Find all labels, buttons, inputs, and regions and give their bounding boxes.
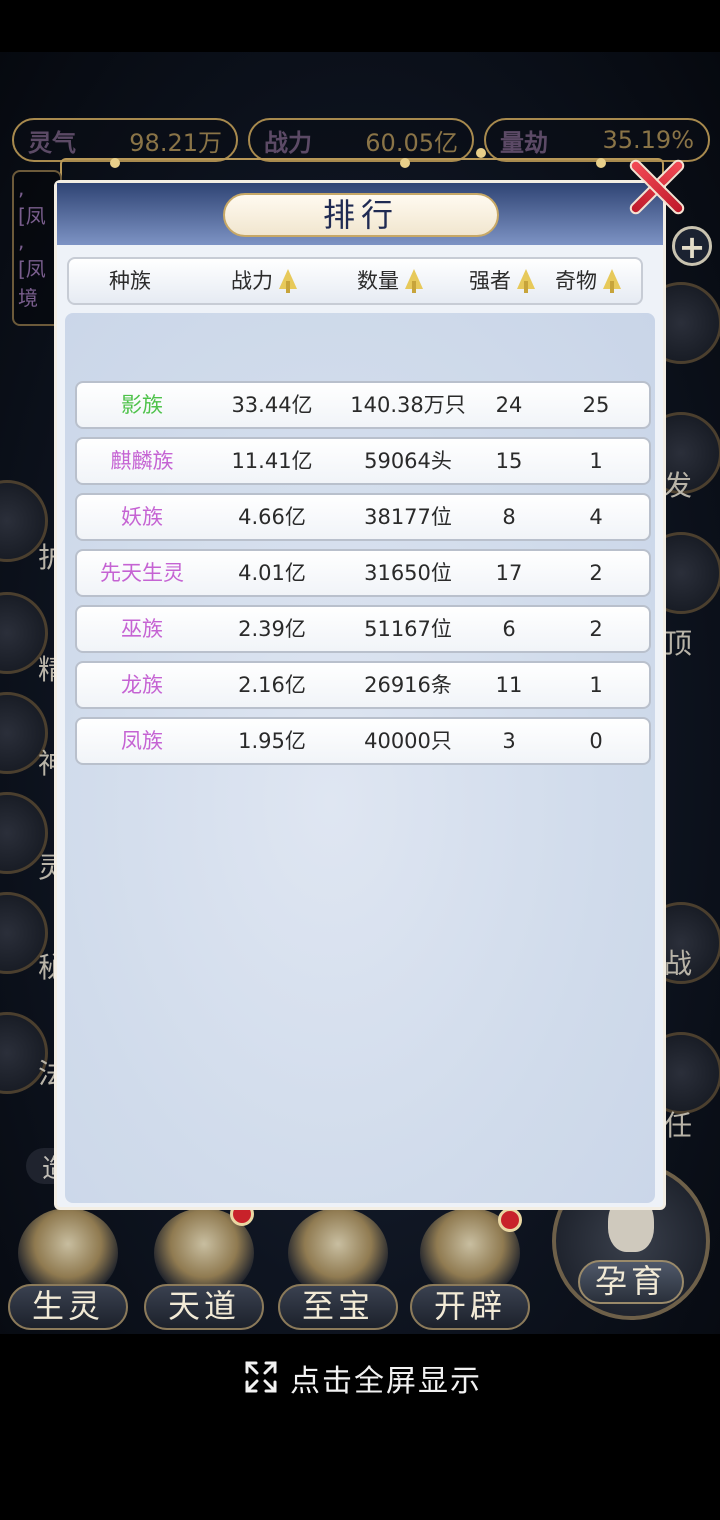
nav-zhibao-button[interactable]: 至宝 [278, 1200, 398, 1330]
race-treasure: 2 [589, 561, 603, 585]
race-strong: 17 [495, 561, 523, 585]
fullscreen-bar[interactable]: 点击全屏显示 [0, 1334, 720, 1424]
stat-zhanli: 战力 60.05亿 [248, 118, 474, 162]
notification-badge [498, 1208, 522, 1232]
game-background: 灵气 98.21万 战力 60.05亿 量劫 35.19% , [凤 , [凤 … [0, 52, 720, 1334]
race-treasure: 25 [582, 393, 610, 417]
race-treasure: 1 [589, 449, 603, 473]
race-count: 31650位 [364, 561, 452, 585]
fullscreen-expand-icon[interactable] [244, 1360, 278, 1394]
col-header-treasure[interactable]: 奇物 [555, 259, 597, 303]
table-row[interactable]: 凤族 1.95亿 40000只 3 0 [75, 717, 651, 765]
race-treasure: 2 [589, 617, 603, 641]
race-strong: 8 [502, 505, 516, 529]
table-row[interactable]: 妖族 4.66亿 38177位 8 4 [75, 493, 651, 541]
gold-ornament-dot [476, 148, 486, 158]
stat-zhanli-value: 60.05亿 [365, 128, 458, 157]
stat-liangjie-label: 量劫 [500, 128, 548, 157]
race-name: 影族 [121, 393, 163, 417]
race-power: 11.41亿 [231, 449, 313, 473]
race-strong: 15 [495, 449, 523, 473]
table-row[interactable]: 麒麟族 11.41亿 59064头 15 1 [75, 437, 651, 485]
stat-zhanli-label: 战力 [264, 128, 312, 157]
yunyu-label: 孕育 [578, 1260, 684, 1304]
gold-ornament-dot [596, 158, 606, 168]
sort-arrow-icon[interactable] [517, 269, 535, 295]
sort-arrow-icon[interactable] [279, 269, 297, 295]
table-row[interactable]: 影族 33.44亿 140.38万只 24 25 [75, 381, 651, 429]
sort-arrow-icon[interactable] [405, 269, 423, 295]
side-label-right-3: 战 [664, 947, 693, 980]
race-strong: 11 [495, 673, 523, 697]
left-info-text: , [凤 , [凤 境 [18, 176, 46, 310]
table-header: 种族 战力 数量 强者 奇物 [67, 257, 643, 305]
table-row[interactable]: 先天生灵 4.01亿 31650位 17 2 [75, 549, 651, 597]
table-row[interactable]: 巫族 2.39亿 51167位 6 2 [75, 605, 651, 653]
race-power: 2.39亿 [238, 617, 306, 641]
nav-shengling-button[interactable]: 生灵 [8, 1200, 128, 1330]
nav-tiandao-button[interactable]: 天道 [144, 1200, 264, 1330]
nav-kaipi-label: 开辟 [410, 1284, 530, 1330]
race-power: 1.95亿 [238, 729, 306, 753]
race-power: 33.44亿 [231, 393, 313, 417]
nav-kaipi-button[interactable]: 开辟 [410, 1200, 530, 1330]
col-header-strong[interactable]: 强者 [469, 259, 511, 303]
side-label-right-4: 任 [664, 1109, 693, 1142]
race-treasure: 4 [589, 505, 603, 529]
ranking-modal: 排行 种族 战力 数量 强者 奇物 影族 33.44亿 140.38万只 24 … [54, 157, 687, 1210]
race-name: 麒麟族 [110, 449, 174, 473]
sort-arrow-icon[interactable] [603, 269, 621, 295]
race-strong: 24 [495, 393, 523, 417]
nav-shengling-label: 生灵 [8, 1284, 128, 1330]
race-count: 38177位 [364, 505, 452, 529]
race-count: 51167位 [364, 617, 452, 641]
ranking-list[interactable]: 影族 33.44亿 140.38万只 24 25 麒麟族 11.41亿 5906… [65, 313, 655, 1203]
stat-lingqi-value: 98.21万 [129, 128, 222, 157]
fullscreen-label[interactable]: 点击全屏显示 [290, 1356, 482, 1400]
table-row[interactable]: 龙族 2.16亿 26916条 11 1 [75, 661, 651, 709]
race-strong: 3 [502, 729, 516, 753]
race-name: 凤族 [121, 729, 163, 753]
race-treasure: 0 [589, 729, 603, 753]
race-name: 巫族 [121, 617, 163, 641]
stat-lingqi: 灵气 98.21万 [12, 118, 238, 162]
modal-header: 排行 [57, 183, 663, 245]
race-strong: 6 [502, 617, 516, 641]
race-count: 140.38万只 [350, 393, 466, 417]
race-power: 4.66亿 [238, 505, 306, 529]
race-power: 2.16亿 [238, 673, 306, 697]
nav-tiandao-label: 天道 [144, 1284, 264, 1330]
side-label-right-1: 发 [664, 469, 693, 502]
gold-ornament-dot [400, 158, 410, 168]
add-button[interactable]: + [672, 226, 712, 266]
race-count: 40000只 [364, 729, 452, 753]
gold-ornament-dot [110, 158, 120, 168]
col-header-count[interactable]: 数量 [357, 259, 399, 303]
col-header-power[interactable]: 战力 [231, 259, 273, 303]
stat-lingqi-label: 灵气 [28, 128, 76, 157]
nav-zhibao-label: 至宝 [278, 1284, 398, 1330]
stat-liangjie-value: 35.19% [602, 126, 694, 154]
col-header-race: 种族 [109, 269, 151, 293]
race-name: 龙族 [121, 673, 163, 697]
side-label-right-2: 顶 [664, 627, 693, 660]
race-count: 59064头 [364, 449, 452, 473]
modal-title: 排行 [223, 193, 499, 237]
race-count: 26916条 [364, 673, 452, 697]
race-name: 妖族 [121, 505, 163, 529]
close-button[interactable] [625, 155, 689, 219]
race-treasure: 1 [589, 673, 603, 697]
race-name: 先天生灵 [100, 561, 184, 585]
race-power: 4.01亿 [238, 561, 306, 585]
